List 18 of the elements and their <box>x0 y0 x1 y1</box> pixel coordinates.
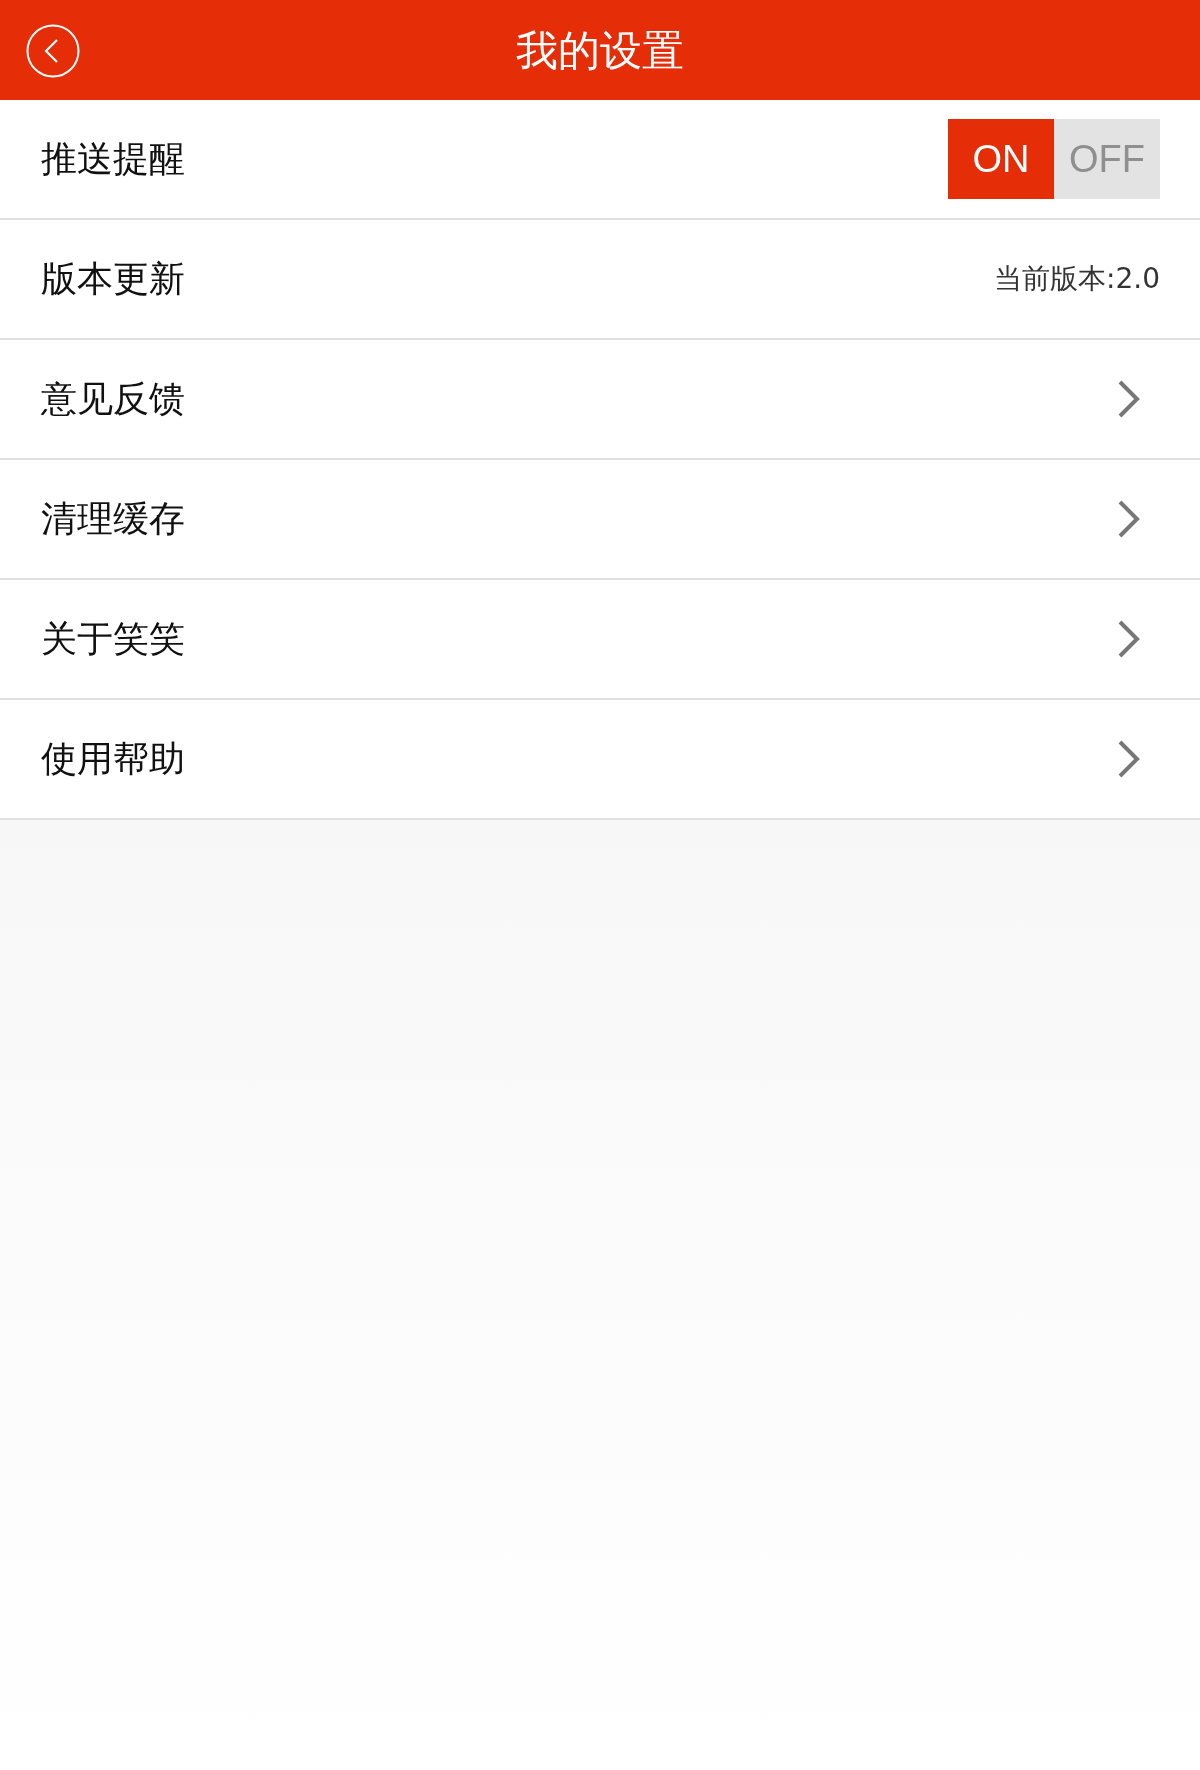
setting-label: 关于笑笑 <box>41 617 185 661</box>
settings-row[interactable]: 关于笑笑 <box>0 580 1200 700</box>
chevron-icon <box>1116 618 1142 660</box>
chevron-icon <box>1116 498 1142 540</box>
setting-label: 清理缓存 <box>41 497 185 541</box>
setting-label: 版本更新 <box>41 257 185 301</box>
settings-row[interactable]: 意见反馈 <box>0 340 1200 460</box>
settings-row[interactable]: 使用帮助 <box>0 700 1200 820</box>
setting-label: 推送提醒 <box>41 137 185 181</box>
version-text: 当前版本:2.0 <box>994 261 1160 297</box>
page-title: 我的设置 <box>516 24 684 77</box>
setting-label: 使用帮助 <box>41 737 185 781</box>
setting-label: 意见反馈 <box>41 377 185 421</box>
back-icon[interactable] <box>26 24 80 78</box>
on-segment[interactable]: ON <box>948 119 1054 199</box>
chevron-icon <box>1116 378 1142 420</box>
chevron-icon <box>1116 738 1142 780</box>
settings-row[interactable]: 清理缓存 <box>0 460 1200 580</box>
